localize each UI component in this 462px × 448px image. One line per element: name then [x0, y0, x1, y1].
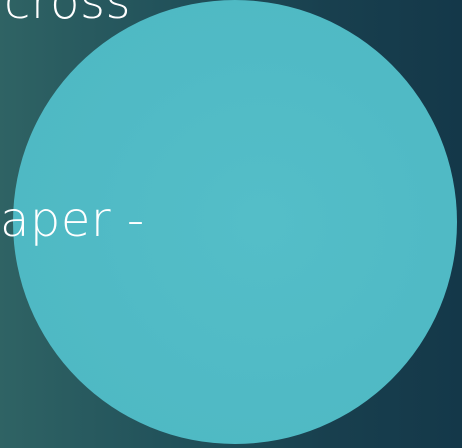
slide-canvas: cross aper - [0, 0, 462, 448]
slide-text-line-1: cross [4, 0, 131, 30]
slide-text-line-2: aper - [0, 192, 145, 248]
